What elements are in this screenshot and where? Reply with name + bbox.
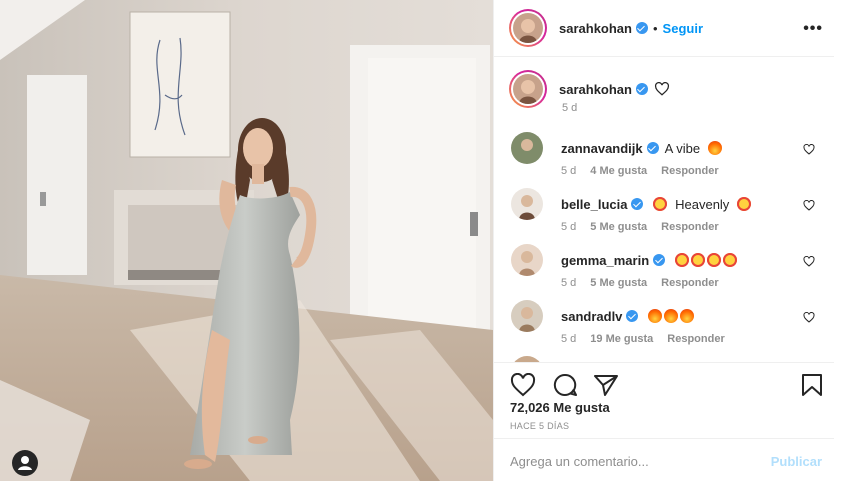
story-ring[interactable]	[509, 70, 547, 108]
comment-row: sandradlv 5 d 19 Me gusta Responder	[509, 300, 829, 356]
heart-icon	[654, 82, 669, 96]
comment-likes[interactable]: 4 Me gusta	[590, 165, 647, 177]
comment-row: gemma_marin 5 d 5 Me gusta Responder	[509, 244, 829, 300]
comment-input[interactable]: Agrega un comentario...	[510, 454, 649, 469]
comment-row: belle_lucia Heavenly 5 d 5 Me gusta Resp…	[509, 188, 829, 244]
comment-text: A vibe	[664, 141, 701, 156]
comment-username[interactable]: gemma_marin	[561, 253, 649, 268]
caption-time: 5 d	[562, 102, 578, 114]
heart-icon[interactable]	[510, 373, 536, 397]
post-header: sarahkohan • Seguir •••	[494, 0, 835, 57]
tagged-users-button[interactable]	[12, 450, 38, 476]
comment-row: zannavandijk A vibe 5 d 4 Me gusta Respon…	[509, 132, 829, 188]
star-struck-icon	[736, 197, 751, 211]
comment-text: Heavenly	[675, 197, 730, 212]
fire-icon	[707, 141, 722, 155]
reply-button[interactable]: Responder	[667, 333, 724, 345]
verified-badge-icon	[626, 310, 639, 322]
reply-button[interactable]: Responder	[661, 221, 718, 233]
comment-time: 5 d	[561, 277, 577, 289]
avatar[interactable]	[511, 300, 543, 332]
caption: sarahkohan	[509, 70, 670, 108]
fire-icon	[664, 309, 679, 323]
post-photo[interactable]	[0, 0, 493, 481]
star-struck-icon	[653, 197, 668, 211]
follow-button[interactable]: Seguir	[663, 21, 703, 36]
fire-icon	[648, 309, 663, 323]
avatar	[513, 74, 543, 104]
comment-username[interactable]: zannavandijk	[561, 141, 643, 156]
avatar[interactable]	[511, 132, 543, 164]
avatar[interactable]	[511, 188, 543, 220]
verified-badge-icon	[635, 83, 648, 95]
reply-button[interactable]: Responder	[661, 277, 718, 289]
publish-button[interactable]: Publicar	[771, 454, 822, 469]
comment-composer: Agrega un comentario... Publicar	[494, 438, 835, 481]
share-icon[interactable]	[593, 373, 619, 397]
post-side-panel: sarahkohan • Seguir ••• sarahkohan 5 d z…	[493, 0, 835, 481]
heart-icon[interactable]	[803, 312, 815, 323]
separator-dot: •	[652, 20, 658, 36]
star-struck-icon	[706, 253, 721, 267]
post-timestamp: HACE 5 DÍAS	[510, 421, 570, 431]
verified-badge-icon	[631, 198, 644, 210]
verified-badge-icon	[646, 142, 659, 154]
comment-time: 5 d	[561, 221, 577, 233]
user-icon	[18, 456, 32, 470]
fire-icon	[680, 309, 695, 323]
comment-username[interactable]: sandradlv	[561, 309, 622, 324]
more-options-icon[interactable]: •••	[803, 20, 823, 38]
comment-likes[interactable]: 5 Me gusta	[590, 277, 647, 289]
bookmark-icon[interactable]	[799, 373, 825, 397]
star-struck-icon	[722, 253, 737, 267]
avatar	[513, 13, 543, 43]
star-struck-icon	[690, 253, 705, 267]
star-struck-icon	[674, 253, 689, 267]
caption-meta: 5 d	[562, 102, 577, 114]
comment-likes[interactable]: 5 Me gusta	[590, 221, 647, 233]
likes-count[interactable]: 72,026 Me gusta	[510, 400, 610, 415]
verified-badge-icon	[653, 254, 666, 266]
action-bar: 72,026 Me gusta HACE 5 DÍAS	[494, 362, 835, 438]
story-ring[interactable]	[509, 9, 547, 47]
avatar[interactable]	[511, 244, 543, 276]
post-image	[0, 0, 493, 481]
heart-icon[interactable]	[803, 200, 815, 211]
comment-time: 5 d	[561, 165, 577, 177]
comment-icon[interactable]	[552, 373, 578, 397]
author-username[interactable]: sarahkohan	[559, 21, 632, 36]
comment-username[interactable]: belle_lucia	[561, 197, 627, 212]
heart-icon[interactable]	[803, 144, 815, 155]
reply-button[interactable]: Responder	[661, 165, 718, 177]
comment-likes[interactable]: 19 Me gusta	[590, 333, 653, 345]
heart-icon[interactable]	[803, 256, 815, 267]
verified-badge-icon	[635, 22, 648, 34]
comments-list[interactable]: sarahkohan 5 d zannavandijk A vibe 5 d 4 …	[494, 58, 835, 362]
comment-time: 5 d	[561, 333, 577, 345]
page-margin	[834, 0, 855, 481]
caption-username[interactable]: sarahkohan	[559, 82, 632, 97]
